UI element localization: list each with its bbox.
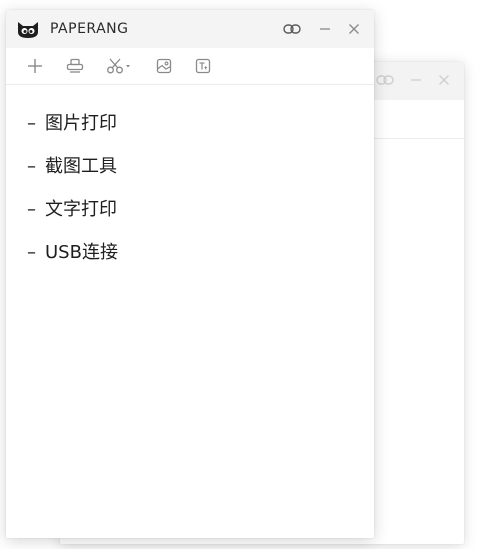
close-icon xyxy=(349,24,359,34)
list-bullet: – xyxy=(27,242,36,263)
text-icon xyxy=(195,58,211,74)
main-window: PAPERANG – 图片打印 – 截图工具 – 文字打印 – USB连接 xyxy=(6,10,374,538)
list-item: – 文字打印 xyxy=(27,199,117,221)
list-item: – 截图工具 xyxy=(27,156,117,178)
minimize-icon xyxy=(320,28,330,30)
note-content[interactable]: – 图片打印 – 截图工具 – 文字打印 – USB连接 xyxy=(6,85,374,538)
minimize-button[interactable] xyxy=(316,20,334,38)
list-item: – USB连接 xyxy=(27,242,118,264)
close-button[interactable] xyxy=(345,20,363,38)
printer-icon xyxy=(66,58,84,73)
list-item: – 图片打印 xyxy=(27,113,117,135)
list-bullet: – xyxy=(27,113,36,134)
app-title: PAPERANG xyxy=(50,21,129,37)
link-icon[interactable] xyxy=(376,74,394,89)
toolbar xyxy=(6,48,374,85)
list-item-text: USB连接 xyxy=(45,242,118,263)
link-icon[interactable] xyxy=(283,20,301,38)
titlebar[interactable]: PAPERANG xyxy=(6,10,374,48)
list-bullet: – xyxy=(27,199,36,220)
paperang-cat-logo-icon xyxy=(16,19,40,39)
scissors-dropdown-icon xyxy=(107,58,130,74)
minimize-icon[interactable] xyxy=(410,74,422,89)
desktop-stage: PAPERANG – 图片打印 – 截图工具 – 文字打印 – USB连接 xyxy=(0,0,503,549)
list-item-text: 截图工具 xyxy=(45,156,117,177)
text-button[interactable] xyxy=(194,57,212,75)
list-item-text: 图片打印 xyxy=(45,113,117,134)
plus-icon xyxy=(28,59,42,73)
print-button[interactable] xyxy=(65,57,85,75)
image-button[interactable] xyxy=(155,57,173,75)
image-icon xyxy=(156,58,172,74)
list-bullet: – xyxy=(27,156,36,177)
add-button[interactable] xyxy=(26,57,44,75)
list-item-text: 文字打印 xyxy=(45,199,117,220)
screenshot-tool-button[interactable] xyxy=(105,57,133,75)
close-icon[interactable] xyxy=(438,74,450,89)
